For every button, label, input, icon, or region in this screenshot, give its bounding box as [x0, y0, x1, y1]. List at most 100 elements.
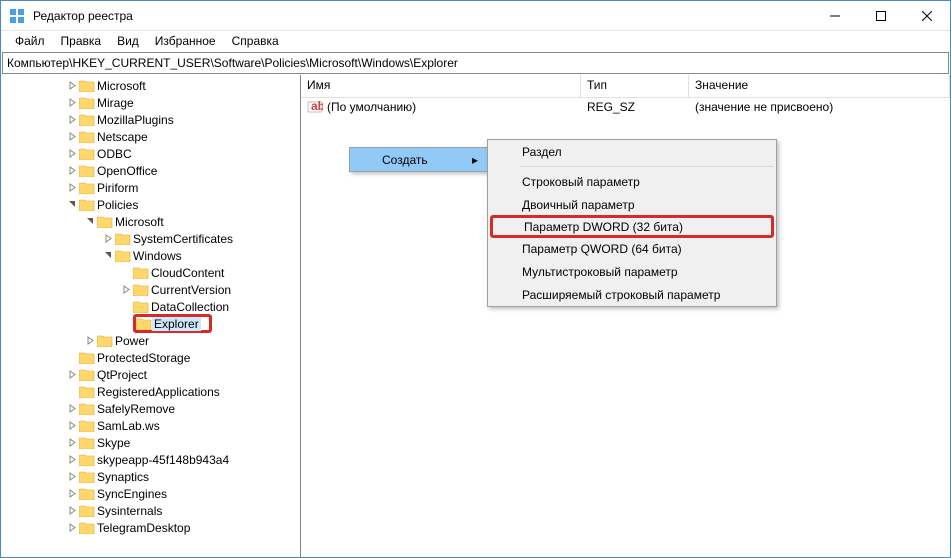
tree-item-telegram[interactable]: TelegramDesktop — [3, 519, 300, 536]
expander-icon[interactable] — [119, 266, 133, 280]
column-value[interactable]: Значение — [689, 75, 950, 97]
menu-new-expandstring[interactable]: Расширяемый строковый параметр — [488, 283, 776, 306]
tree-item-qtproject[interactable]: QtProject — [3, 366, 300, 383]
list-row-default[interactable]: ab (По умолчанию) REG_SZ (значение не пр… — [301, 98, 950, 116]
tree-item-policies_microsoft[interactable]: Microsoft — [3, 213, 300, 230]
tree-item-policies[interactable]: Policies — [3, 196, 300, 213]
tree-item-currentversion[interactable]: CurrentVersion — [3, 281, 300, 298]
expander-icon[interactable] — [65, 96, 79, 110]
expander-icon[interactable] — [83, 215, 97, 229]
menu-view[interactable]: Вид — [109, 33, 147, 49]
menu-new-dword[interactable]: Параметр DWORD (32 бита) — [490, 215, 774, 238]
tree-label: Piriform — [95, 181, 140, 195]
tree-item-piriform[interactable]: Piriform — [3, 179, 300, 196]
folder-icon — [79, 402, 95, 416]
column-name[interactable]: Имя — [301, 75, 581, 97]
expander-icon[interactable] — [65, 113, 79, 127]
expander-icon[interactable] — [101, 232, 115, 246]
tree-label: DataCollection — [149, 300, 231, 314]
column-type[interactable]: Тип — [581, 75, 689, 97]
menu-create[interactable]: Создать ▸ — [350, 148, 488, 171]
expander-icon[interactable] — [65, 198, 79, 212]
tree-item-odbc[interactable]: ODBC — [3, 145, 300, 162]
expander-icon[interactable] — [65, 368, 79, 382]
folder-icon — [79, 487, 95, 501]
tree-label: SyncEngines — [95, 487, 169, 501]
menu-favorites[interactable]: Избранное — [147, 33, 224, 49]
tree-item-synaptics[interactable]: Synaptics — [3, 468, 300, 485]
tree-item-datacollection[interactable]: DataCollection — [3, 298, 300, 315]
tree-label: SafelyRemove — [95, 402, 177, 416]
expander-icon[interactable] — [101, 249, 115, 263]
tree-item-openoffice[interactable]: OpenOffice — [3, 162, 300, 179]
expander-icon[interactable] — [65, 487, 79, 501]
tree-item-safelyremove[interactable]: SafelyRemove — [3, 400, 300, 417]
folder-icon — [79, 351, 95, 365]
expander-icon[interactable] — [65, 521, 79, 535]
menu-new-string[interactable]: Строковый параметр — [488, 170, 776, 193]
expander-icon[interactable] — [65, 181, 79, 195]
tree-label: CurrentVersion — [149, 283, 233, 297]
app-icon — [9, 8, 25, 24]
menu-file[interactable]: Файл — [7, 33, 53, 49]
tree-item-power[interactable]: Power — [3, 332, 300, 349]
window-title: Редактор реестра — [33, 9, 812, 23]
expander-icon[interactable] — [65, 453, 79, 467]
address-bar[interactable]: Компьютер\HKEY_CURRENT_USER\Software\Pol… — [2, 52, 949, 74]
expander-icon[interactable] — [119, 283, 133, 297]
menu-edit[interactable]: Правка — [53, 33, 110, 49]
menu-new-binary[interactable]: Двоичный параметр — [488, 193, 776, 216]
tree-item-registeredapplications[interactable]: RegisteredApplications — [3, 383, 300, 400]
expander-icon[interactable] — [65, 385, 79, 399]
expander-icon[interactable] — [119, 317, 133, 331]
expander-icon[interactable] — [65, 79, 79, 93]
folder-icon — [97, 215, 113, 229]
tree-panel: Microsoft MirageMozillaPluginsNetscapeODB… — [1, 75, 301, 557]
tree-item-skypeapp[interactable]: skypeapp-45f148b943a4 — [3, 451, 300, 468]
tree-item-skype[interactable]: Skype — [3, 434, 300, 451]
tree-item-windows[interactable]: Windows — [3, 247, 300, 264]
expander-icon[interactable] — [83, 334, 97, 348]
tree-label: RegisteredApplications — [95, 385, 222, 399]
tree-label: Synaptics — [95, 470, 151, 484]
address-path: Компьютер\HKEY_CURRENT_USER\Software\Pol… — [7, 56, 458, 70]
expander-icon[interactable] — [65, 436, 79, 450]
value-type: REG_SZ — [581, 100, 689, 114]
expander-icon[interactable] — [65, 402, 79, 416]
tree-item-samlab[interactable]: SamLab.ws — [3, 417, 300, 434]
tree-item-sysinternals[interactable]: Sysinternals — [3, 502, 300, 519]
expander-icon[interactable] — [65, 130, 79, 144]
tree-item-cloudcontent[interactable]: CloudContent — [3, 264, 300, 281]
menu-help[interactable]: Справка — [224, 33, 287, 49]
minimize-button[interactable] — [812, 1, 858, 31]
tree-item-microsoft[interactable]: Microsoft — [3, 77, 300, 94]
folder-icon — [79, 436, 95, 450]
expander-icon[interactable] — [65, 419, 79, 433]
tree-label: Microsoft — [113, 215, 166, 229]
tree-item-mirage[interactable]: Mirage — [3, 94, 300, 111]
tree-item-protectedstorage[interactable]: ProtectedStorage — [3, 349, 300, 366]
expander-icon[interactable] — [65, 147, 79, 161]
tree-item-syncengines[interactable]: SyncEngines — [3, 485, 300, 502]
close-button[interactable] — [904, 1, 950, 31]
tree-item-netscape[interactable]: Netscape — [3, 128, 300, 145]
menu-new-multistring[interactable]: Мультистроковый параметр — [488, 260, 776, 283]
expander-icon[interactable] — [65, 470, 79, 484]
maximize-button[interactable] — [858, 1, 904, 31]
folder-icon — [79, 79, 95, 93]
menu-new-key[interactable]: Раздел — [488, 140, 776, 163]
tree-item-mozillaplugins[interactable]: MozillaPlugins — [3, 111, 300, 128]
string-value-icon: ab — [307, 99, 323, 115]
tree-label: Mirage — [95, 96, 136, 110]
menu-new-qword[interactable]: Параметр QWORD (64 бита) — [488, 237, 776, 260]
folder-icon — [133, 300, 149, 314]
folder-icon — [115, 232, 131, 246]
tree-item-systemcertificates[interactable]: SystemCertificates — [3, 230, 300, 247]
expander-icon[interactable] — [65, 504, 79, 518]
tree-item-explorer[interactable]: Explorer — [3, 315, 300, 332]
tree-label: Skype — [95, 436, 132, 450]
expander-icon[interactable] — [119, 300, 133, 314]
expander-icon[interactable] — [65, 351, 79, 365]
tree-label: CloudContent — [149, 266, 226, 280]
expander-icon[interactable] — [65, 164, 79, 178]
